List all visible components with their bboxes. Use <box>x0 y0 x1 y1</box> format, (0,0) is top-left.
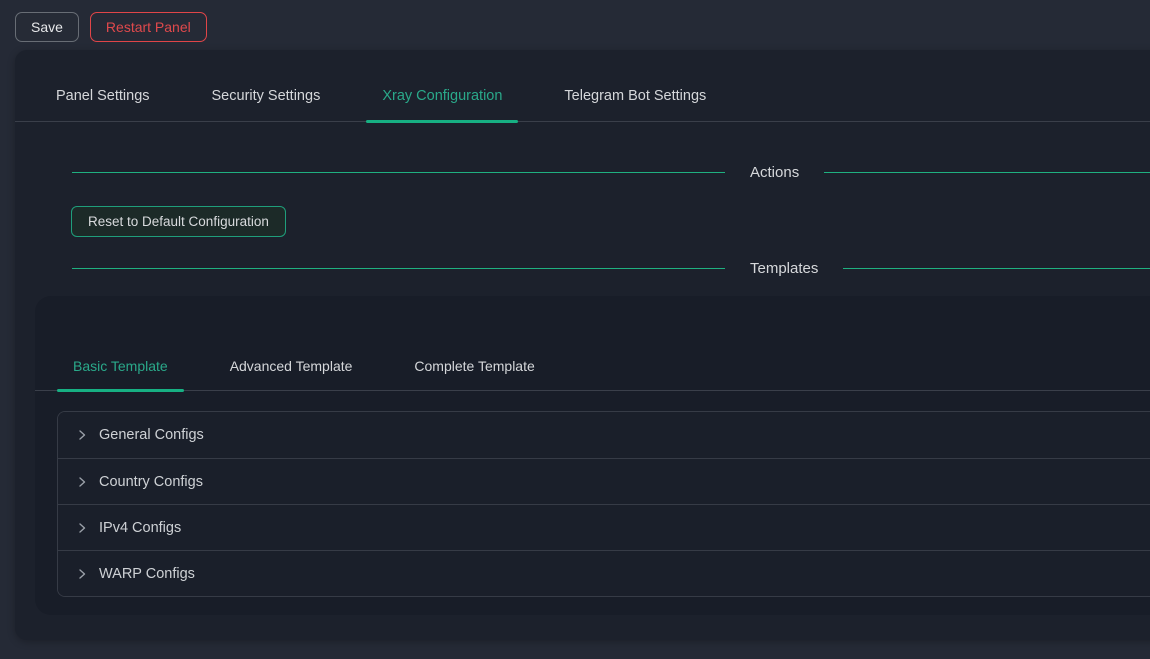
restart-panel-button[interactable]: Restart Panel <box>90 12 207 42</box>
tab-basic-template-label: Basic Template <box>73 358 168 374</box>
chevron-right-icon <box>76 429 88 441</box>
divider-line <box>72 268 725 269</box>
settings-card: Panel Settings Security Settings Xray Co… <box>15 50 1150 640</box>
config-collapse-list: General Configs Country Configs IPv4 Con… <box>57 411 1150 597</box>
settings-tab-bar: Panel Settings Security Settings Xray Co… <box>15 50 1150 122</box>
collapse-item-warp-configs[interactable]: WARP Configs <box>58 550 1150 596</box>
active-tab-indicator <box>366 120 518 123</box>
collapse-item-label: General Configs <box>99 427 204 443</box>
chevron-right-icon <box>76 568 88 580</box>
tab-basic-template[interactable]: Basic Template <box>57 348 184 390</box>
reset-default-configuration-button[interactable]: Reset to Default Configuration <box>71 206 286 237</box>
collapse-item-country-configs[interactable]: Country Configs <box>58 458 1150 504</box>
tab-xray-configuration[interactable]: Xray Configuration <box>366 76 518 121</box>
top-action-bar: Save Restart Panel <box>0 0 1150 50</box>
active-tab-indicator <box>57 389 184 392</box>
tab-complete-template[interactable]: Complete Template <box>398 348 550 390</box>
tab-security-settings[interactable]: Security Settings <box>196 76 337 121</box>
tab-xray-configuration-label: Xray Configuration <box>382 88 502 104</box>
chevron-right-icon <box>76 476 88 488</box>
chevron-right-icon <box>76 522 88 534</box>
divider-line <box>72 172 725 173</box>
template-tab-bar: Basic Template Advanced Template Complet… <box>35 296 1150 391</box>
tab-telegram-bot-settings[interactable]: Telegram Bot Settings <box>548 76 722 121</box>
collapse-item-general-configs[interactable]: General Configs <box>58 412 1150 458</box>
collapse-item-ipv4-configs[interactable]: IPv4 Configs <box>58 504 1150 550</box>
tab-advanced-template[interactable]: Advanced Template <box>214 348 369 390</box>
collapse-item-label: Country Configs <box>99 474 203 490</box>
save-button[interactable]: Save <box>15 12 79 42</box>
templates-section-divider: Templates <box>72 258 1150 279</box>
collapse-item-label: IPv4 Configs <box>99 520 181 536</box>
actions-section-title: Actions <box>725 162 824 183</box>
tab-panel-settings[interactable]: Panel Settings <box>40 76 166 121</box>
divider-line <box>824 172 1150 173</box>
divider-line <box>843 268 1150 269</box>
templates-card: Basic Template Advanced Template Complet… <box>35 296 1150 615</box>
templates-section-title: Templates <box>725 258 843 279</box>
collapse-item-label: WARP Configs <box>99 566 195 582</box>
actions-section-divider: Actions <box>72 162 1150 183</box>
